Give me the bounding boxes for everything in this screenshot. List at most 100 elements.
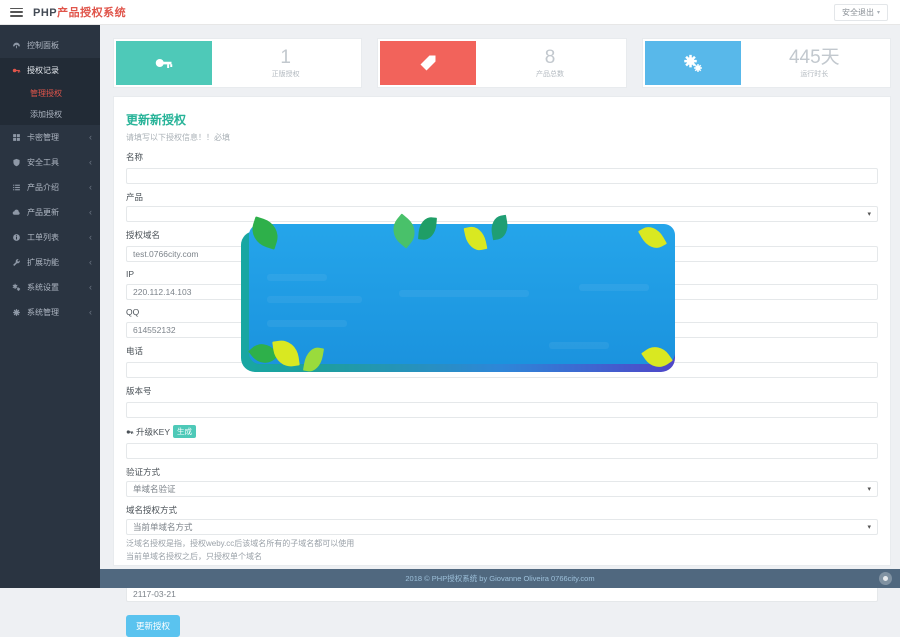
- upgrade-key-input[interactable]: [126, 443, 878, 459]
- chevron-down-icon: ▾: [867, 210, 871, 218]
- stat-card-authorizations: 1 正版授权: [113, 38, 362, 88]
- chevron-left-icon: ‹: [89, 133, 92, 142]
- key-icon: [154, 53, 174, 73]
- sidebar-item-label: 卡密管理: [27, 132, 59, 143]
- grid-icon: [12, 133, 21, 142]
- gears-icon: [683, 53, 703, 73]
- sidebar-item-system-management[interactable]: 系统管理 ‹: [0, 300, 100, 325]
- domain-auth-method-select[interactable]: 当前单域名方式 ▾: [126, 519, 878, 535]
- sidebar-group-auth: 授权记录 管理授权 添加授权: [0, 58, 100, 125]
- name-label: 名称: [126, 151, 878, 163]
- verify-method-select[interactable]: 单域名验证 ▾: [126, 481, 878, 497]
- stats-row: 1 正版授权 8 产品总数 445天 运行时长: [113, 38, 891, 88]
- sidebar-item-label: 系统管理: [27, 307, 59, 318]
- stat-icon-block: [380, 41, 476, 85]
- app-title-prefix: PHP: [33, 7, 57, 19]
- chevron-left-icon: ‹: [89, 208, 92, 217]
- chevron-down-icon: ▾: [867, 485, 871, 493]
- cogs-icon: [12, 283, 21, 292]
- chevron-left-icon: ‹: [89, 258, 92, 267]
- leaf-icon: [272, 338, 300, 368]
- chevron-left-icon: ‹: [89, 233, 92, 242]
- expire-date-input[interactable]: [126, 586, 878, 602]
- help-text: 泛域名授权是指，授权weby.cc后该域名所有的子域名都可以使用 当前单域名授权…: [126, 537, 878, 563]
- shield-icon: [12, 158, 21, 167]
- top-header: PHP产品授权系统 安全退出▾: [0, 0, 900, 25]
- footer-text: 2018 © PHP授权系统 by Giovanne Oliveira 0766…: [405, 573, 594, 584]
- subitem-label: 管理授权: [30, 88, 62, 99]
- form-title: 更新新授权: [126, 111, 878, 128]
- tag-icon: [418, 53, 438, 73]
- help-line: 当前单域名授权之后，只授权单个域名: [126, 550, 878, 563]
- gear-icon: [12, 308, 21, 317]
- sidebar-item-label: 产品更新: [27, 207, 59, 218]
- menu-toggle-icon[interactable]: [10, 8, 23, 17]
- sidebar-item-auth-records[interactable]: 授权记录: [0, 58, 100, 83]
- logout-button[interactable]: 安全退出▾: [834, 4, 888, 21]
- stat-label: 正版授权: [212, 69, 359, 79]
- dot-icon: [883, 576, 888, 581]
- cloud-icon: [12, 208, 21, 217]
- version-input[interactable]: [126, 402, 878, 418]
- sidebar-item-security-tools[interactable]: 安全工具 ‹: [0, 150, 100, 175]
- leaf-icon: [418, 216, 437, 240]
- sidebar-item-product-intro[interactable]: 产品介绍 ‹: [0, 175, 100, 200]
- sidebar: 控制面板 授权记录 管理授权 添加授权 卡密管理 ‹ 安全工具 ‹ 产品介绍 ‹ 产品…: [0, 25, 100, 588]
- sidebar-item-card-management[interactable]: 卡密管理 ‹: [0, 125, 100, 150]
- chevron-left-icon: ‹: [89, 283, 92, 292]
- sidebar-subitem-add-auth[interactable]: 添加授权: [0, 104, 100, 125]
- product-label: 产品: [126, 191, 878, 203]
- sidebar-item-ticket-list[interactable]: 工单列表 ‹: [0, 225, 100, 250]
- sidebar-subitem-manage-auth[interactable]: 管理授权: [0, 83, 100, 104]
- upgrade-key-label-text: 升级KEY: [136, 426, 170, 438]
- sidebar-item-label: 产品介绍: [27, 182, 59, 193]
- promo-card: [249, 224, 675, 364]
- stat-value: 445天: [741, 48, 888, 68]
- help-line: 泛域名授权是指，授权weby.cc后该域名所有的子域名都可以使用: [126, 537, 878, 550]
- stat-value: 1: [212, 48, 359, 68]
- sidebar-item-label: 授权记录: [27, 65, 59, 76]
- stat-icon-block: [116, 41, 212, 85]
- dashboard-icon: [12, 41, 21, 50]
- info-icon: [12, 233, 21, 242]
- chevron-left-icon: ‹: [89, 158, 92, 167]
- stat-card-products: 8 产品总数: [377, 38, 626, 88]
- stat-label: 产品总数: [476, 69, 623, 79]
- wrench-icon: [12, 258, 21, 267]
- sidebar-item-label: 安全工具: [27, 157, 59, 168]
- domain-auth-method-label: 域名授权方式: [126, 504, 878, 516]
- key-icon: [12, 66, 21, 75]
- logout-label: 安全退出: [842, 7, 874, 18]
- sidebar-item-label: 系统设置: [27, 282, 59, 293]
- sidebar-item-label: 控制面板: [27, 40, 59, 51]
- version-label: 版本号: [126, 385, 878, 397]
- verify-method-label: 验证方式: [126, 466, 878, 478]
- chevron-left-icon: ‹: [89, 308, 92, 317]
- chevron-down-icon: ▾: [867, 523, 871, 531]
- sidebar-item-product-update[interactable]: 产品更新 ‹: [0, 200, 100, 225]
- back-to-top-button[interactable]: [879, 572, 892, 585]
- select-value: 当前单域名方式: [133, 521, 193, 533]
- select-value: 单域名验证: [133, 483, 176, 495]
- stat-icon-block: [645, 41, 741, 85]
- app-title: PHP产品授权系统: [33, 4, 126, 20]
- key-icon: [126, 428, 134, 436]
- chevron-left-icon: ‹: [89, 183, 92, 192]
- stat-card-uptime: 445天 运行时长: [642, 38, 891, 88]
- sidebar-item-label: 工单列表: [27, 232, 59, 243]
- form-subtitle: 请填写以下授权信息！！必填: [126, 132, 878, 143]
- chevron-down-icon: ▾: [877, 9, 880, 16]
- app-title-suffix: 产品授权系统: [57, 7, 126, 19]
- sidebar-item-system-settings[interactable]: 系统设置 ‹: [0, 275, 100, 300]
- name-input[interactable]: [126, 168, 878, 184]
- promo-overlay: [241, 224, 675, 372]
- subitem-label: 添加授权: [30, 109, 62, 120]
- sidebar-item-extensions[interactable]: 扩展功能 ‹: [0, 250, 100, 275]
- generate-key-button[interactable]: 生成: [173, 425, 196, 438]
- stat-label: 运行时长: [741, 69, 888, 79]
- sidebar-item-dashboard[interactable]: 控制面板: [0, 33, 100, 58]
- update-auth-button[interactable]: 更新授权: [126, 615, 180, 637]
- footer: 2018 © PHP授权系统 by Giovanne Oliveira 0766…: [100, 569, 900, 588]
- sidebar-item-label: 扩展功能: [27, 257, 59, 268]
- stat-value: 8: [476, 48, 623, 68]
